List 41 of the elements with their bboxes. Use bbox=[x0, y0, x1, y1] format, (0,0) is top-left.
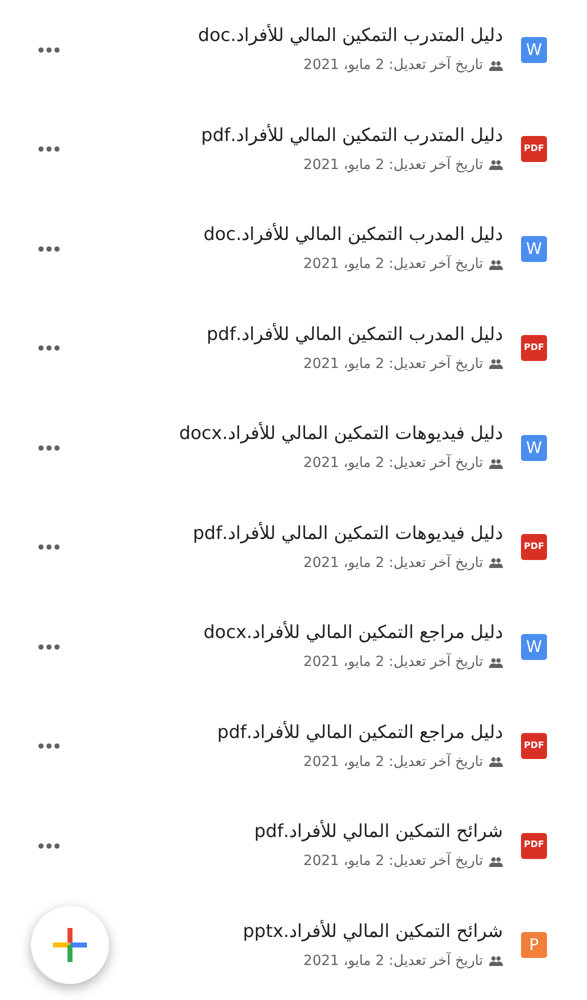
more-icon bbox=[38, 842, 60, 849]
modified-date: تاريخ آخر تعديل: 2 مايو، 2021 bbox=[303, 752, 483, 772]
file-type-icon: W bbox=[521, 236, 547, 262]
file-name[interactable]: شرائح التمكين المالي للأفراد.pptx bbox=[242, 918, 503, 945]
file-name[interactable]: شرائح التمكين المالي للأفراد.pdf bbox=[254, 819, 503, 846]
more-icon bbox=[38, 644, 60, 650]
more-icon bbox=[38, 246, 60, 252]
more-icon bbox=[38, 544, 60, 550]
modified-date: تاريخ آخر تعديل: 2 مايو، 2021 bbox=[303, 553, 483, 573]
file-name[interactable]: دليل فيديوهات التمكين المالي للأفراد.pdf bbox=[192, 520, 503, 547]
file-name[interactable]: دليل مراجع التمكين المالي للأفراد.pdf bbox=[217, 720, 503, 746]
file-type-icon: PDF bbox=[521, 733, 547, 760]
more-icon bbox=[38, 146, 60, 152]
modified-date: تاريخ آخر تعديل: 2 مايو، 2021 bbox=[303, 354, 483, 374]
file-type-icon: W bbox=[521, 634, 547, 660]
modified-date: تاريخ آخر تعديل: 2 مايو، 2021 bbox=[303, 453, 483, 474]
more-icon bbox=[38, 444, 60, 451]
file-name[interactable]: دليل المتدرب التمكين المالي للأفراد.doc bbox=[198, 23, 503, 50]
new-button[interactable] bbox=[31, 906, 109, 984]
modified-date: تاريخ آخر تعديل: 2 مايو، 2021 bbox=[303, 55, 483, 76]
file-type-icon: W bbox=[521, 36, 547, 63]
file-name[interactable]: دليل المتدرب التمكين المالي للأفراد.pdf bbox=[201, 122, 503, 149]
more-icon bbox=[38, 345, 60, 352]
file-name[interactable]: دليل فيديوهات التمكين المالي للأفراد.docx bbox=[179, 421, 503, 448]
file-type-icon: PDF bbox=[521, 832, 547, 859]
file-name[interactable]: دليل مراجع التمكين المالي للأفراد.docx bbox=[204, 620, 503, 646]
file-type-icon: PDF bbox=[521, 136, 547, 162]
modified-date: تاريخ آخر تعديل: 2 مايو، 2021 bbox=[303, 851, 483, 872]
file-name[interactable]: دليل المدرب التمكين المالي للأفراد.pdf bbox=[206, 322, 503, 348]
file-name[interactable]: دليل المدرب التمكين المالي للأفراد.doc bbox=[203, 222, 503, 248]
file-type-icon: PDF bbox=[521, 335, 547, 362]
file-type-icon: PDF bbox=[521, 534, 547, 560]
modified-date: تاريخ آخر تعديل: 2 مايو، 2021 bbox=[303, 254, 483, 274]
modified-date: تاريخ آخر تعديل: 2 مايو، 2021 bbox=[303, 155, 483, 175]
more-icon bbox=[38, 46, 60, 53]
file-type-icon: P bbox=[521, 932, 547, 958]
file-type-icon: W bbox=[521, 434, 547, 461]
modified-date: تاريخ آخر تعديل: 2 مايو، 2021 bbox=[303, 652, 483, 672]
plus-icon bbox=[53, 928, 87, 962]
more-icon bbox=[38, 743, 60, 750]
modified-date: تاريخ آخر تعديل: 2 مايو، 2021 bbox=[303, 951, 483, 971]
